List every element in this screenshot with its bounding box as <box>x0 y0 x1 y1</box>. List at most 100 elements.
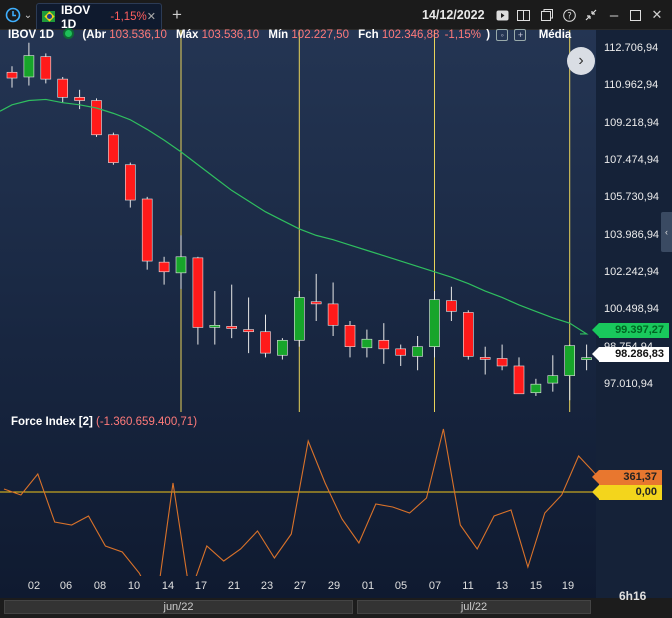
candle-body[interactable] <box>581 357 592 360</box>
close-icon[interactable]: ✕ <box>147 10 156 23</box>
candle-body[interactable] <box>310 301 322 305</box>
candlestick-chart[interactable] <box>0 30 596 598</box>
maximize-icon[interactable] <box>628 5 642 25</box>
open-value: 103.536,10 <box>109 29 167 41</box>
chevron-down-icon[interactable]: ⌄ <box>22 5 34 25</box>
force-index-header: Force Index [2] (-1.360.659.400,71) <box>11 416 197 428</box>
brazil-flag-icon <box>42 11 55 22</box>
candle-body[interactable] <box>513 365 525 395</box>
price-tick-label: 103.986,94 <box>604 228 660 241</box>
candle-body[interactable] <box>57 78 69 98</box>
candle-body[interactable] <box>125 164 136 201</box>
change-value: -1,15% <box>444 29 482 41</box>
date-tick-label: 01 <box>361 580 375 592</box>
side-panel-handle[interactable]: ‹ <box>661 212 672 252</box>
period-jul: jul/22 <box>357 600 591 614</box>
candle-body[interactable] <box>378 339 390 350</box>
time-remaining: 6h16 <box>619 589 647 603</box>
price-tick-label: 112.706,94 <box>604 42 659 54</box>
candle-body[interactable] <box>91 100 102 136</box>
svg-text:?: ? <box>567 11 572 21</box>
date-tick-label: 14 <box>161 580 175 592</box>
candle-body[interactable] <box>23 55 35 78</box>
zero-line-badge: 0,00 <box>592 485 662 500</box>
candle-body[interactable] <box>462 312 474 357</box>
candle-body[interactable] <box>226 326 237 329</box>
date-tick-label: 17 <box>194 580 208 592</box>
close-label: Fch <box>358 29 379 41</box>
price-tick-label: 107.474,94 <box>604 154 660 166</box>
price-tick-label: 97.010,94 <box>604 378 653 390</box>
candle-body[interactable] <box>344 324 356 348</box>
candle-body[interactable] <box>429 299 440 348</box>
candle-body[interactable] <box>192 257 204 328</box>
date-tick-label: 08 <box>93 580 107 592</box>
period-jun: jun/22 <box>4 600 353 614</box>
candle-body[interactable] <box>361 338 373 349</box>
price-tick-label: 105.730,94 <box>604 191 660 204</box>
close-window-icon[interactable]: ✕ <box>650 5 664 25</box>
price-tick-label: 102.242,94 <box>604 266 660 278</box>
ma-value-badge: 99.397,27 <box>592 323 669 338</box>
candle-body[interactable] <box>564 345 576 376</box>
date-tick-label: 07 <box>428 580 442 592</box>
current-date: 14/12/2022 <box>422 8 485 22</box>
layout-icon[interactable] <box>516 5 530 25</box>
restore-window-icon[interactable] <box>540 5 554 25</box>
ma-label: Média <box>538 29 572 41</box>
candle-body[interactable] <box>74 97 85 101</box>
candle-body[interactable] <box>446 300 457 312</box>
date-tick-label: 15 <box>529 580 543 592</box>
candle-body[interactable] <box>40 56 52 80</box>
low-value: 102.227,50 <box>291 29 349 41</box>
add-study-button[interactable]: + <box>514 29 527 41</box>
tab-bar: ⌄ IBOV 1D -1,15% ✕ + 14/12/2022 ? – ✕ <box>0 0 672 31</box>
candle-body[interactable] <box>547 375 559 384</box>
help-icon[interactable]: ? <box>562 5 576 25</box>
force-index-value: (-1.360.659.400,71) <box>96 416 198 428</box>
chevron-right-icon: › <box>578 52 584 69</box>
candle-body[interactable] <box>496 358 508 367</box>
candle-body[interactable] <box>530 383 542 394</box>
candle-body[interactable] <box>6 71 18 79</box>
ohlc-header: IBOV 1D (Abr 103.536,10 Máx 103.536,10 M… <box>8 28 571 41</box>
candle-body[interactable] <box>327 303 339 326</box>
candle-body[interactable] <box>175 256 187 274</box>
candle-body[interactable] <box>277 339 288 356</box>
candle-body[interactable] <box>412 346 423 357</box>
date-tick-label: 11 <box>462 580 474 592</box>
force-value-badge: 361,37 <box>592 470 662 485</box>
candle-body[interactable] <box>141 198 153 262</box>
add-tab-icon[interactable]: + <box>168 5 186 25</box>
date-tick-label: 27 <box>293 580 307 592</box>
candle-body[interactable] <box>108 134 119 163</box>
candle-body[interactable] <box>293 297 305 341</box>
date-tick-label: 29 <box>327 580 341 592</box>
scroll-right-button[interactable]: › <box>567 47 595 75</box>
tab-change: -1,15% <box>110 10 147 23</box>
candle-body[interactable] <box>209 324 221 328</box>
clock-icon[interactable] <box>4 5 22 25</box>
date-tick-label: 23 <box>260 580 274 592</box>
candle-body[interactable] <box>395 348 407 356</box>
candle-body[interactable] <box>158 261 170 273</box>
high-label: Máx <box>176 29 199 41</box>
chart-symbol: IBOV 1D <box>8 29 55 41</box>
status-dot-icon[interactable] <box>63 28 75 39</box>
tab-ibov[interactable]: IBOV 1D -1,15% ✕ <box>36 3 162 31</box>
minimize-icon[interactable]: – <box>608 5 620 25</box>
settings-button[interactable]: ◦ <box>496 29 509 41</box>
date-tick-label: 19 <box>561 580 575 592</box>
chevron-left-icon: ‹ <box>665 227 668 237</box>
candle-body[interactable] <box>479 357 491 360</box>
candle-body[interactable] <box>243 329 254 333</box>
price-tick-label: 100.498,94 <box>604 303 660 316</box>
date-tick-label: 10 <box>127 580 141 592</box>
collapse-arrows-icon[interactable] <box>584 5 598 25</box>
force-index-title: Force Index [2] <box>11 416 93 428</box>
moving-average-line <box>0 98 589 335</box>
candle-body[interactable] <box>260 331 271 354</box>
play-icon[interactable] <box>495 5 509 25</box>
open-label: Abr <box>86 29 107 41</box>
close-value: 102.346,88 <box>381 29 440 41</box>
